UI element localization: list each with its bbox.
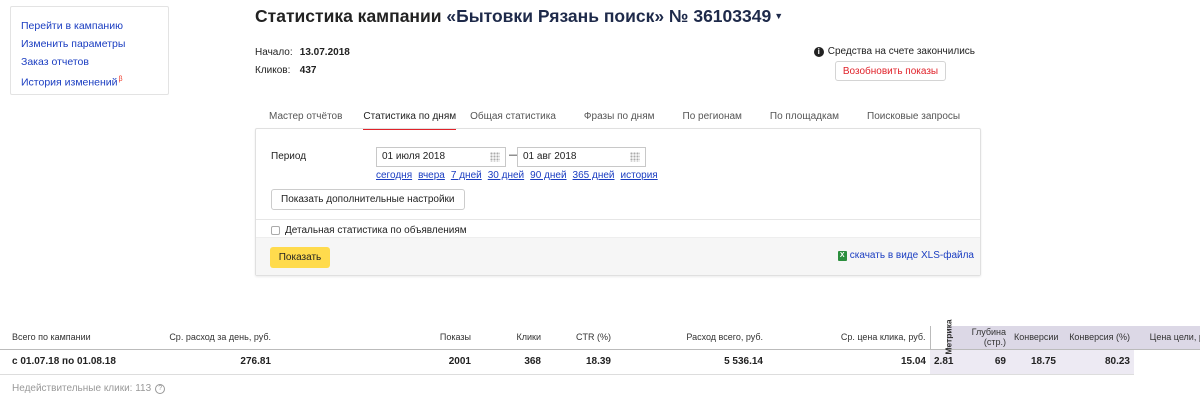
col-header-goal-cost[interactable]: Цена цели, руб. — [1134, 326, 1200, 350]
info-icon: i — [813, 47, 824, 57]
page-title-prefix: Статистика кампании — [255, 6, 442, 26]
col-header-total[interactable]: Всего по кампании — [0, 326, 165, 350]
report-settings-panel: Период 01 июля 2018 — 01 авг 2018 сегодн… — [255, 128, 981, 276]
clicks-label: Кликов: — [255, 65, 291, 76]
cell-avg-daily-spend: 276.81 — [165, 349, 275, 375]
stats-table: Всего по кампании Ср. расход за день, ру… — [0, 320, 1200, 375]
beta-badge: β — [118, 76, 123, 83]
metrika-toggle[interactable]: Метрика — [929, 320, 953, 355]
detailed-stats-option[interactable]: Детальная статистика по объявлениям — [271, 225, 467, 236]
invalid-clicks-text: Недействительные клики: 113 — [12, 383, 152, 394]
funds-message: Средства на счете закончились — [827, 46, 975, 57]
sidebar-item-change-history[interactable]: История измененийβ — [21, 71, 158, 92]
clicks-row: Кликов: 437 — [255, 65, 316, 76]
resume-ads-button[interactable]: Возобновить показы — [835, 61, 946, 81]
date-from-value: 01 июля 2018 — [382, 151, 446, 162]
calendar-icon[interactable] — [630, 152, 640, 162]
calendar-icon[interactable] — [490, 152, 500, 162]
cell-conversion-rate: 18.75 — [1010, 349, 1060, 375]
tab-by-regions[interactable]: По регионам — [669, 104, 756, 130]
start-date-row: Начало: 13.07.2018 — [255, 47, 350, 58]
tab-report-master[interactable]: Мастер отчётов — [255, 104, 356, 130]
excel-icon[interactable]: X — [837, 250, 847, 261]
cell-total-spend: 5 536.14 — [615, 349, 767, 375]
tab-by-placements[interactable]: По площадкам — [756, 104, 853, 130]
period-link-history[interactable]: история — [621, 170, 658, 181]
cell-goal-cost: 80.23 — [1060, 349, 1134, 375]
metrika-label: Метрика — [943, 319, 954, 355]
tab-search-queries[interactable]: Поисковые запросы — [853, 104, 974, 130]
triangle-down-icon: ▼ — [774, 11, 784, 21]
cell-ctr: 18.39 — [545, 349, 615, 375]
period-link-30-days[interactable]: 30 дней — [488, 170, 524, 181]
campaign-selector[interactable]: «Бытовки Рязань поиск» № 36103349 ▼ — [446, 6, 783, 26]
start-date-label: Начало: — [255, 47, 293, 58]
sidebar-menu: Перейти в кампанию Изменить параметры За… — [10, 6, 169, 95]
tab-phrases-by-day[interactable]: Фразы по дням — [570, 104, 669, 130]
date-from-input[interactable]: 01 июля 2018 — [376, 147, 506, 167]
col-header-impressions[interactable]: Показы — [275, 326, 475, 350]
period-link-90-days[interactable]: 90 дней — [530, 170, 566, 181]
detailed-stats-checkbox[interactable] — [271, 226, 280, 235]
date-to-input[interactable]: 01 авг 2018 — [517, 147, 646, 167]
invalid-clicks-note: Недействительные клики: 113 ? — [12, 383, 166, 394]
detailed-stats-label: Детальная статистика по объявлениям — [285, 225, 467, 236]
campaign-name: «Бытовки Рязань поиск» № 36103349 — [446, 6, 772, 26]
xls-download: X скачать в виде XLS-файла — [837, 250, 974, 261]
col-header-conversions[interactable]: Конверсии — [1010, 326, 1060, 350]
col-header-total-spend[interactable]: Расход всего, руб. — [615, 326, 767, 350]
sidebar-item-label: История изменений — [21, 76, 118, 89]
period-label: Период — [271, 151, 307, 162]
help-icon[interactable]: ? — [155, 383, 166, 394]
period-link-today[interactable]: сегодня — [376, 170, 412, 181]
panel-footer: Показать X скачать в виде XLS-файла — [256, 237, 980, 275]
quick-period-links: сегодня вчера 7 дней 30 дней 90 дней 365… — [376, 170, 658, 181]
page-title: Статистика кампании «Бытовки Рязань поис… — [255, 6, 783, 27]
xls-download-link[interactable]: скачать в виде XLS-файла — [850, 250, 974, 261]
cell-avg-cpc: 15.04 — [767, 349, 930, 375]
sidebar-item-edit-params[interactable]: Изменить параметры — [21, 35, 158, 53]
col-header-conversion-rate[interactable]: Конверсия (%) — [1060, 326, 1134, 350]
divider — [256, 219, 980, 220]
col-header-clicks[interactable]: Клики — [475, 326, 545, 350]
report-tabs: Мастер отчётов Статистика по дням Общая … — [255, 104, 974, 130]
show-button[interactable]: Показать — [270, 247, 330, 268]
clicks-value: 437 — [299, 65, 317, 76]
sidebar-item-order-reports[interactable]: Заказ отчетов — [21, 53, 158, 71]
tab-stats-by-day[interactable]: Статистика по дням — [363, 104, 457, 130]
col-header-avg-cpc[interactable]: Ср. цена клика, руб. — [767, 326, 930, 350]
sidebar-item-go-to-campaign[interactable]: Перейти в кампанию — [21, 17, 158, 35]
table-header-row: Всего по кампании Ср. расход за день, ру… — [0, 320, 1200, 355]
tab-general-stats[interactable]: Общая статистика — [463, 104, 570, 130]
col-header-avg-daily-spend[interactable]: Ср. расход за день, руб. — [165, 326, 275, 350]
period-link-yesterday[interactable]: вчера — [418, 170, 445, 181]
start-date-value: 13.07.2018 — [299, 47, 350, 58]
period-link-7-days[interactable]: 7 дней — [451, 170, 482, 181]
cell-conversions: 69 — [947, 349, 1010, 375]
cell-impressions: 2001 — [275, 349, 475, 375]
cell-clicks: 368 — [475, 349, 545, 375]
col-header-depth[interactable]: Глубина (стр.) — [947, 326, 1010, 350]
date-to-value: 01 авг 2018 — [523, 151, 577, 162]
cell-period: с 01.07.18 по 01.08.18 — [0, 349, 165, 375]
more-settings-button[interactable]: Показать дополнительные настройки — [271, 189, 465, 210]
period-link-365-days[interactable]: 365 дней — [573, 170, 615, 181]
funds-notice: i Средства на счете закончились — [813, 46, 975, 57]
table-row: с 01.07.18 по 01.08.18 276.81 2001 368 1… — [0, 349, 1200, 375]
col-header-ctr[interactable]: CTR (%) — [545, 326, 615, 350]
